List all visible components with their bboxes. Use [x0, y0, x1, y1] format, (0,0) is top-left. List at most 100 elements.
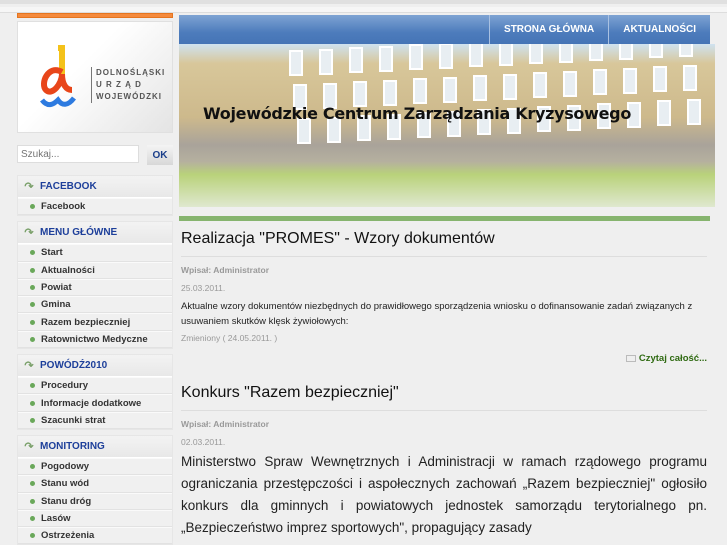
module-header: ↷ POWÓDŹ2010	[18, 355, 172, 378]
bullet-icon	[30, 319, 35, 325]
bullet-icon	[30, 481, 35, 487]
sidebar-item-label: Szacunki strat	[41, 414, 106, 426]
content: Realizacja "PROMES" - Wzory dokumentów W…	[181, 230, 707, 539]
sidebar-item-label: Ratownictwo Medyczne	[41, 333, 148, 345]
window-decoration	[657, 100, 671, 126]
bullet-icon	[30, 533, 35, 539]
sidebar-item-label: Stanu wód	[41, 478, 90, 490]
arrow-icon: ↷	[24, 181, 34, 193]
window-decoration	[379, 45, 393, 72]
bullet-icon	[30, 285, 35, 291]
sidebar-item-label: Stanu dróg	[41, 495, 92, 507]
sidebar-item-label: Aktualności	[41, 264, 95, 276]
logo[interactable]: DOLNOŚLĄSKI U R Z Ą D WOJEWÓDZKI	[17, 21, 173, 133]
search-input[interactable]	[17, 145, 139, 163]
article-title[interactable]: Realizacja "PROMES" - Wzory dokumentów	[181, 230, 707, 257]
article: Konkurs "Razem bezpieczniej" Wpisał: Adm…	[181, 384, 707, 539]
window-decoration	[439, 44, 453, 69]
window-decoration	[683, 64, 697, 91]
sidebar-module: ↷ MONITORING Pogodowy Stanu wód Stanu dróg La…	[17, 434, 173, 545]
sidebar-item-label: Ostrzeżenia	[41, 530, 95, 542]
green-divider	[179, 216, 710, 221]
sidebar-item[interactable]: Informacje dodatkowe	[18, 394, 172, 412]
sidebar-item[interactable]: Pogodowy	[18, 457, 172, 476]
window-decoration	[533, 72, 547, 98]
book-icon	[625, 354, 636, 362]
bullet-icon	[30, 336, 35, 342]
window-decoration	[503, 73, 517, 100]
read-more-label[interactable]: Czytaj całość...	[639, 353, 707, 364]
module-title: MENU GŁÓWNE	[40, 227, 118, 239]
window-decoration	[289, 50, 303, 76]
bullet-icon	[30, 400, 35, 406]
window-decoration	[383, 79, 397, 106]
window-decoration	[473, 75, 487, 101]
sidebar-item-label: Informacje dodatkowe	[41, 397, 142, 409]
sidebar-item[interactable]: Lasów	[18, 509, 172, 528]
module-title: MONITORING	[40, 440, 105, 452]
sidebar-module: ↷ MENU GŁÓWNE Start Aktualności Powiat Gmina R…	[17, 221, 173, 350]
read-more-link[interactable]: Czytaj całość...	[181, 353, 707, 364]
logo-emblem-icon	[40, 45, 76, 108]
nav-strona-glowna[interactable]: STRONA GŁÓWNA	[489, 15, 608, 44]
bullet-icon	[30, 250, 35, 256]
sidebar-item[interactable]: Stanu dróg	[18, 492, 172, 510]
bullet-icon	[30, 383, 35, 389]
arrow-icon: ↷	[24, 440, 34, 453]
sidebar-module: ↷ FACEBOOK Facebook	[17, 175, 173, 217]
article-body: Aktualne wzory dokumentów niezbędnych do…	[181, 301, 693, 327]
bullet-icon	[30, 464, 35, 470]
article-author: Wpisał: Administrator	[181, 265, 269, 275]
bullet-icon	[30, 267, 35, 273]
sidebar-item[interactable]: Stanu wód	[18, 475, 172, 493]
sidebar-item[interactable]: Szacunki strat	[18, 411, 172, 429]
window-decoration	[443, 76, 457, 103]
window-decoration	[409, 44, 423, 70]
arrow-icon: ↷	[24, 360, 34, 373]
sidebar-item[interactable]: Razem bezpieczniej	[18, 313, 172, 331]
sidebar-item[interactable]: Ratownictwo Medyczne	[18, 330, 172, 349]
window-decoration	[469, 44, 483, 67]
window-decoration	[559, 44, 573, 63]
window-decoration	[563, 70, 577, 97]
window-decoration	[649, 44, 663, 58]
sidebar-item-label: Powiat	[41, 282, 72, 294]
module-header: ↷ MENU GŁÓWNE	[18, 222, 172, 245]
arrow-icon: ↷	[24, 227, 34, 240]
module-header: ↷ MONITORING	[18, 435, 172, 458]
sidebar: DOLNOŚLĄSKI U R Z Ą D WOJEWÓDZKI OK ↷ FAC…	[17, 13, 173, 545]
window-decoration	[529, 44, 543, 64]
sidebar-item[interactable]: Ostrzeżenia	[18, 527, 172, 545]
sidebar-item-label: Start	[41, 247, 63, 259]
sidebar-item[interactable]: Start	[18, 244, 172, 262]
search-ok-button[interactable]: OK	[147, 145, 173, 165]
orange-accent-bar	[17, 13, 173, 18]
header-banner: STRONA GŁÓWNA AKTUALNOŚCI Wojewódzkie Ce…	[179, 15, 715, 208]
sidebar-item[interactable]: Aktualności	[18, 261, 172, 279]
article-body: Ministerstwo Spraw Wewnętrznych i Admini…	[181, 454, 707, 535]
bullet-icon	[30, 498, 35, 504]
article-date: 25.03.2011.	[181, 283, 226, 293]
window-decoration	[319, 48, 333, 75]
building-photo: Wojewódzkie Centrum Zarządzania Kryzysow…	[179, 44, 715, 207]
sidebar-item-label: Lasów	[41, 513, 71, 524]
module-title: POWÓDŹ2010	[40, 360, 108, 372]
sidebar-item[interactable]: Facebook	[18, 198, 172, 216]
sidebar-item-label: Gmina	[41, 299, 71, 311]
search-form: OK	[17, 145, 173, 165]
sidebar-item[interactable]: Procedury	[18, 377, 172, 395]
sidebar-item[interactable]: Gmina	[18, 296, 172, 314]
bullet-icon	[30, 516, 35, 521]
nav-aktualnosci[interactable]: AKTUALNOŚCI	[608, 15, 710, 44]
top-strip	[0, 0, 727, 4]
module-title: FACEBOOK	[40, 181, 97, 192]
article-title[interactable]: Konkurs "Razem bezpieczniej"	[181, 384, 707, 411]
top-nav: STRONA GŁÓWNA AKTUALNOŚCI	[179, 15, 710, 44]
window-decoration	[413, 78, 427, 104]
window-decoration	[623, 67, 637, 94]
sidebar-item-label: Pogodowy	[41, 461, 90, 473]
sidebar-item[interactable]: Powiat	[18, 278, 172, 297]
window-decoration	[653, 66, 667, 92]
window-decoration	[499, 44, 513, 66]
bullet-icon	[30, 417, 35, 423]
